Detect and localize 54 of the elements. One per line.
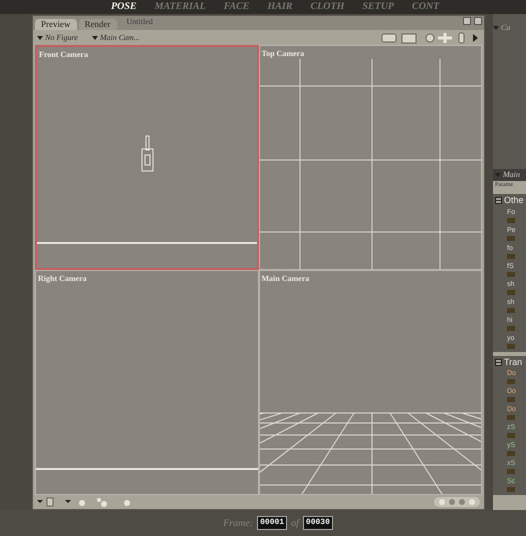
parameter-dial[interactable] xyxy=(507,236,515,240)
parameter-dial[interactable] xyxy=(507,379,515,384)
caret-icon xyxy=(493,26,499,30)
document-title: Untitled xyxy=(126,16,153,28)
room-tab[interactable]: POSE xyxy=(108,2,140,12)
expand-toggle[interactable] xyxy=(495,197,502,204)
panel-header: Main xyxy=(503,169,520,181)
parameter-dial[interactable] xyxy=(507,415,515,420)
frame-label: Frame: xyxy=(223,516,254,530)
parameter-dial[interactable] xyxy=(507,290,515,294)
navigation-pill-icon[interactable] xyxy=(434,497,480,507)
parameter-dial[interactable] xyxy=(507,308,515,312)
room-tab[interactable]: FACE xyxy=(220,2,252,12)
group-label: Tran xyxy=(504,356,522,368)
window-controls-icon[interactable] xyxy=(463,17,483,25)
viewport[interactable]: Right Camera xyxy=(35,270,258,495)
group-label: Othe xyxy=(504,194,524,207)
document-tab[interactable]: Preview xyxy=(35,19,76,30)
figure-menu[interactable]: No Figure xyxy=(37,32,78,44)
room-tab[interactable]: SETUP xyxy=(359,2,398,12)
viewport[interactable]: Front Camera xyxy=(35,45,258,270)
document-tab[interactable]: Render xyxy=(78,19,116,30)
expand-toggle[interactable] xyxy=(495,358,502,366)
room-tab[interactable]: HAIR xyxy=(264,2,296,12)
parameter-dial[interactable] xyxy=(507,344,515,348)
of-label: of xyxy=(291,516,299,530)
parameter-dial[interactable] xyxy=(507,433,515,438)
camera-menu-label[interactable]: Ca xyxy=(501,22,510,34)
parameter-dial[interactable] xyxy=(507,487,515,492)
room-tab[interactable]: MATERIAL xyxy=(152,2,209,12)
room-tab[interactable]: CLOTH xyxy=(307,2,348,12)
total-frames-field[interactable]: 00030 xyxy=(302,516,333,530)
caret-icon xyxy=(37,36,43,40)
viewport[interactable]: Top Camera xyxy=(258,45,482,270)
figure-menu-label: No Figure xyxy=(45,32,78,44)
parameter-dial[interactable] xyxy=(507,272,515,276)
parameter-dial[interactable] xyxy=(507,451,515,456)
parameter-dial[interactable] xyxy=(507,326,515,330)
viewport-label: Top Camera xyxy=(262,48,304,60)
room-tab[interactable]: CONT xyxy=(409,2,442,12)
toolbar-icons-drawing[interactable] xyxy=(380,32,480,44)
viewport[interactable]: Main Camera xyxy=(258,270,482,495)
viewport-label: Main Camera xyxy=(262,273,310,285)
camera-menu-label: Main Cam... xyxy=(100,32,140,44)
viewport-label: Front Camera xyxy=(39,49,88,61)
parameter-dial[interactable] xyxy=(507,469,515,474)
camera-menu[interactable]: Main Cam... xyxy=(92,32,140,44)
frame-field[interactable]: 00001 xyxy=(257,516,288,530)
parameter-dial[interactable] xyxy=(507,218,515,222)
parameter-dial[interactable] xyxy=(507,397,515,402)
caret-icon xyxy=(92,36,98,40)
parameter-dial[interactable] xyxy=(507,254,515,258)
figure-icon xyxy=(141,135,155,173)
viewport-label: Right Camera xyxy=(38,273,87,285)
